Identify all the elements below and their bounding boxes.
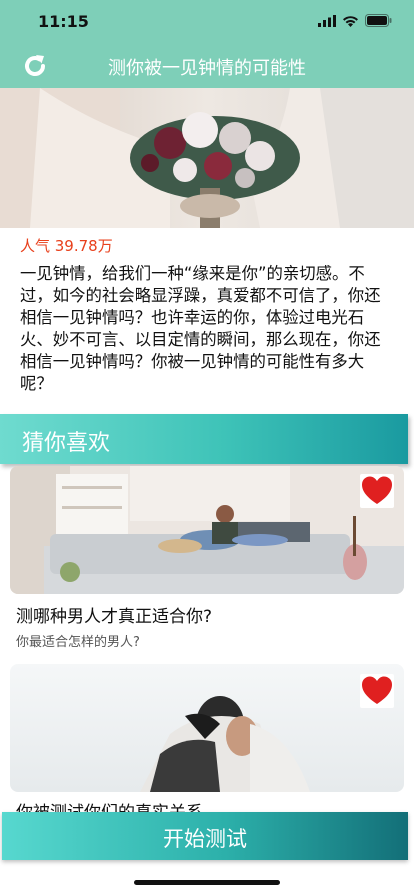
heart-icon xyxy=(362,676,392,704)
page-title: 测你被一见钟情的可能性 xyxy=(108,58,306,79)
signal-icon xyxy=(318,14,336,27)
card-image xyxy=(10,466,404,594)
refresh-icon xyxy=(25,55,45,76)
heart-icon xyxy=(362,476,392,504)
card-title: 测哪种男人才真正适合你? xyxy=(16,607,213,627)
start-test-button[interactable]: 开始测试 xyxy=(2,812,408,860)
status-bar: 11:15 xyxy=(0,0,414,44)
top-bar: 11:15 测你被一见钟情的可能性 xyxy=(0,0,414,88)
status-time: 11:15 xyxy=(38,12,89,31)
hero-image xyxy=(0,88,414,228)
favorite-button[interactable] xyxy=(360,674,394,708)
home-indicator[interactable] xyxy=(134,880,280,885)
favorite-button[interactable] xyxy=(360,474,394,508)
status-icons xyxy=(318,14,392,27)
section-header: 猜你喜欢 xyxy=(0,414,408,464)
card-image xyxy=(10,664,404,792)
popularity-count: 人气 39.78万 xyxy=(20,237,113,255)
wifi-icon xyxy=(343,15,358,27)
test-description: 一见钟情，给我们一种“缘来是你”的亲切感。不过，如今的社会略显浮躁，真爱都不可信… xyxy=(20,264,381,393)
section-title: 猜你喜欢 xyxy=(22,431,111,456)
battery-icon xyxy=(365,14,392,27)
card-subtitle: 你最适合怎样的男人? xyxy=(16,635,140,650)
refresh-button[interactable] xyxy=(22,53,48,79)
nav-bar: 测你被一见钟情的可能性 xyxy=(0,44,414,88)
start-test-label: 开始测试 xyxy=(163,827,247,851)
